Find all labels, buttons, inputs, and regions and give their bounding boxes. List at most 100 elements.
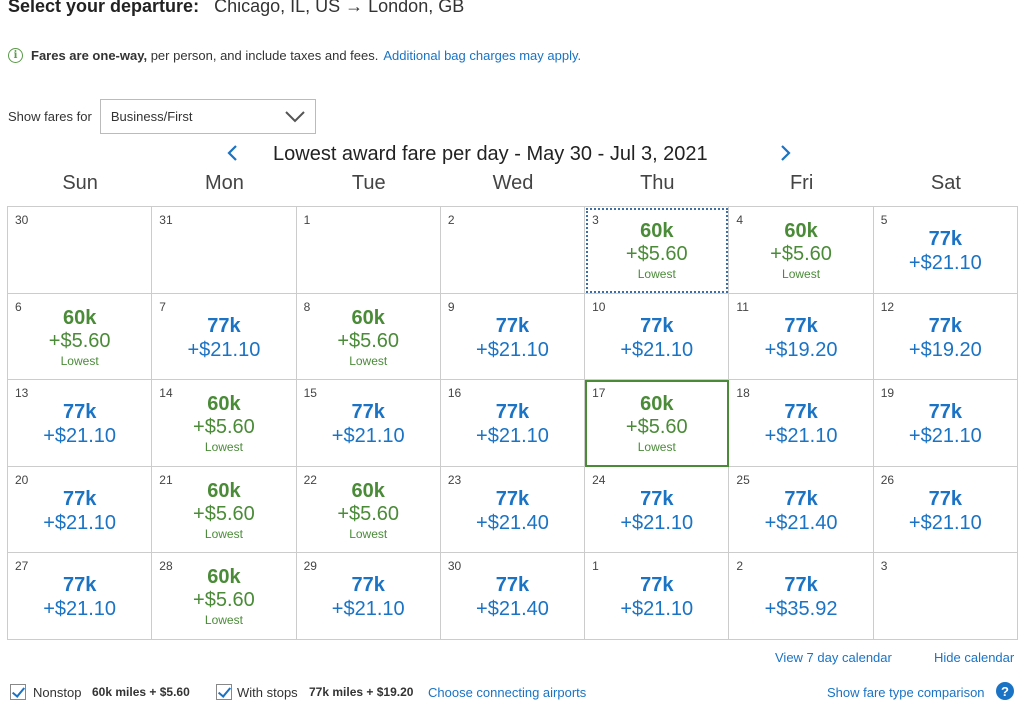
day-of-week-label: Sat — [930, 172, 961, 194]
fare-miles: 60k — [640, 393, 674, 416]
lowest-fare-tag: Lowest — [637, 440, 676, 455]
fare-taxes: +$21.40 — [476, 598, 549, 621]
connecting-airports-link[interactable]: Choose connecting airports — [428, 685, 586, 700]
chevron-right-icon[interactable] — [780, 144, 792, 167]
view-7-day-calendar-link[interactable]: View 7 day calendar — [775, 650, 892, 665]
calendar-day-cell[interactable]: 18 77k +$21.10 — [729, 380, 874, 467]
hide-calendar-link[interactable]: Hide calendar — [934, 650, 1014, 665]
calendar-day-cell[interactable]: 23 77k +$21.40 — [440, 466, 586, 554]
day-number: 29 — [303, 559, 317, 574]
calendar-day-cell[interactable]: 8 60k +$5.60 Lowest — [296, 293, 441, 381]
day-number: 12 — [880, 299, 895, 314]
fare-miles: 77k — [495, 401, 530, 424]
day-of-week-label: Mon — [204, 172, 244, 194]
calendar-day-cell[interactable]: 26 77k +$21.10 — [873, 466, 1018, 554]
fare-miles: 77k — [62, 487, 97, 510]
with-stops-checkbox[interactable] — [216, 684, 232, 700]
calendar-day-cell[interactable]: 9 77k +$21.10 — [440, 293, 586, 381]
calendar-day-cell[interactable]: 20 77k +$21.10 — [8, 466, 153, 554]
route-text: Chicago, IL, US → London, GB — [214, 0, 465, 16]
calendar-day-cell[interactable]: 13 77k +$21.10 — [8, 380, 153, 467]
nonstop-checkbox[interactable] — [10, 684, 26, 700]
calendar-day-cell[interactable]: 17 60k +$5.60 Lowest — [585, 380, 730, 467]
chevron-left-icon[interactable] — [226, 144, 238, 167]
day-number: 31 — [159, 213, 173, 227]
calendar-day-cell[interactable]: 22 60k +$5.60 Lowest — [296, 466, 441, 554]
nonstop-label: Nonstop — [33, 685, 82, 700]
calendar-day-cell[interactable]: 16 77k +$21.10 — [440, 380, 586, 467]
stop-filters: Nonstop 60k miles + $5.60 With stops 77k… — [10, 682, 1020, 706]
fare-miles: 60k — [207, 566, 241, 589]
fare-miles: 77k — [495, 487, 530, 510]
calendar-day-cell[interactable]: 12 77k +$19.20 — [873, 293, 1018, 381]
calendar-nav: Lowest award fare per day - May 30 - Jul… — [0, 141, 1024, 171]
fare-taxes: +$21.10 — [476, 425, 549, 448]
fare-miles: 60k — [62, 306, 97, 329]
calendar-week-row: 20 77k +$21.10 21 60k +$5.60 Lowest 22 60k +$5.60… — [8, 466, 1018, 554]
fare-type-comparison-link[interactable]: Show fare type comparison — [827, 685, 985, 700]
fare-taxes: +$5.60 — [48, 329, 111, 352]
fare-miles: 77k — [495, 314, 530, 337]
calendar-day-cell: 1 — [296, 207, 441, 294]
lowest-fare-tag: Lowest — [349, 526, 388, 541]
help-circle-icon[interactable]: ? — [996, 682, 1014, 700]
fare-miles: 77k — [640, 574, 674, 597]
day-number: 30 — [15, 213, 29, 227]
lowest-fare-tag: Lowest — [60, 353, 99, 368]
calendar-day-cell[interactable]: 10 77k +$21.10 — [585, 293, 730, 381]
day-number: 24 — [592, 472, 606, 487]
calendar-day-cell[interactable]: 11 77k +$19.20 — [729, 293, 874, 381]
fare-taxes: +$35.92 — [764, 598, 838, 621]
fare-miles: 60k — [207, 479, 241, 502]
calendar-day-cell[interactable]: 1 77k +$21.10 — [585, 553, 730, 640]
day-number: 3 — [880, 559, 888, 574]
with-stops-label: With stops — [237, 685, 298, 700]
calendar-week-row: 30 31 1 2 3 60k +$5.60 Lowest 4 60k +$5.60 Lowest 5 7… — [8, 207, 1018, 294]
day-number: 20 — [15, 472, 29, 487]
calendar-day-cell[interactable]: 3 60k +$5.60 Lowest — [585, 207, 730, 294]
fare-taxes: +$21.10 — [620, 598, 694, 621]
fare-taxes: +$21.10 — [620, 511, 694, 534]
fare-info-note: i Fares are one-way, per person, and inc… — [8, 48, 581, 63]
day-number: 5 — [880, 213, 888, 227]
fare-miles: 60k — [351, 306, 385, 329]
calendar-day-cell: 2 — [440, 207, 586, 294]
calendar-day-cell[interactable]: 2 77k +$35.92 — [729, 553, 874, 640]
calendar-day-cell[interactable]: 4 60k +$5.60 Lowest — [729, 207, 874, 294]
fare-taxes: +$21.10 — [908, 425, 982, 448]
calendar-day-cell[interactable]: 6 60k +$5.60 Lowest — [8, 293, 153, 381]
fare-calendar-grid: 30 31 1 2 3 60k +$5.60 Lowest 4 60k +$5.60 Lowest 5 7… — [7, 206, 1018, 640]
lowest-fare-tag: Lowest — [204, 526, 243, 541]
fare-miles: 77k — [928, 401, 963, 424]
nonstop-fare: 60k miles + $5.60 — [92, 685, 190, 699]
fare-taxes: +$21.10 — [43, 511, 117, 534]
calendar-day-cell[interactable]: 15 77k +$21.10 — [296, 380, 441, 467]
calendar-day-cell[interactable]: 30 77k +$21.40 — [440, 553, 586, 640]
calendar-day-cell[interactable]: 5 77k +$21.10 — [873, 207, 1018, 294]
day-number: 2 — [736, 559, 744, 574]
fare-miles: 60k — [351, 479, 385, 502]
day-number: 13 — [15, 386, 29, 401]
calendar-week-row: 13 77k +$21.10 14 60k +$5.60 Lowest 15 77k +$21.1… — [8, 380, 1018, 467]
fare-miles: 60k — [784, 220, 818, 242]
calendar-day-cell[interactable]: 27 77k +$21.10 — [8, 553, 153, 640]
calendar-day-cell[interactable]: 14 60k +$5.60 Lowest — [152, 380, 297, 467]
fare-taxes: +$5.60 — [193, 416, 255, 439]
bag-charges-link[interactable]: Additional bag charges may apply. — [383, 48, 581, 63]
fare-class-select[interactable]: Business/First — [99, 99, 316, 134]
calendar-day-cell[interactable]: 29 77k +$21.10 — [296, 553, 441, 640]
calendar-day-cell[interactable]: 21 60k +$5.60 Lowest — [152, 466, 297, 554]
info-circle-icon: i — [8, 48, 23, 63]
fare-taxes: +$21.10 — [908, 511, 982, 534]
calendar-day-cell[interactable]: 24 77k +$21.10 — [585, 466, 730, 554]
calendar-day-cell[interactable]: 25 77k +$21.40 — [729, 466, 874, 554]
fare-miles: 77k — [351, 401, 385, 424]
calendar-day-cell[interactable]: 28 60k +$5.60 Lowest — [152, 553, 297, 640]
day-of-week-label: Fri — [789, 172, 814, 194]
calendar-day-cell[interactable]: 19 77k +$21.10 — [873, 380, 1018, 467]
lowest-fare-tag: Lowest — [782, 267, 821, 281]
calendar-title: Lowest award fare per day - May 30 - Jul… — [273, 143, 708, 165]
fare-taxes: +$21.10 — [620, 338, 694, 361]
calendar-day-cell[interactable]: 7 77k +$21.10 — [152, 293, 297, 381]
fare-taxes: +$5.60 — [193, 589, 255, 612]
